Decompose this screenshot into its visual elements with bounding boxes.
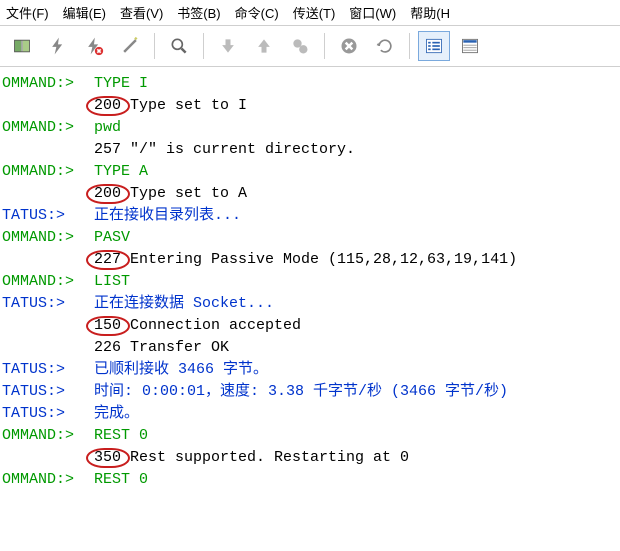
log-row: 200 Type set to A <box>0 183 620 205</box>
log-text: LIST <box>94 271 620 293</box>
log-row: TATUS:>正在连接数据 Socket... <box>0 293 620 315</box>
log-row: TATUS:>时间: 0:00:01，速度: 3.38 千字节/秒 (3466 … <box>0 381 620 403</box>
stop-x-icon[interactable] <box>333 31 365 61</box>
log-row: OMMAND:>REST 0 <box>0 469 620 491</box>
arrow-down-icon[interactable] <box>212 31 244 61</box>
app-window: 文件(F) 编辑(E) 查看(V) 书签(B) 命令(C) 传送(T) 窗口(W… <box>0 0 620 551</box>
log-row: TATUS:>完成。 <box>0 403 620 425</box>
lightning-cancel-icon[interactable] <box>78 31 110 61</box>
log-text: 时间: 0:00:01，速度: 3.38 千字节/秒 (3466 字节/秒) <box>94 381 620 403</box>
list-view-icon[interactable] <box>418 31 450 61</box>
log-row: OMMAND:>LIST <box>0 271 620 293</box>
log-tag: TATUS:> <box>0 205 94 227</box>
log-row: TATUS:>正在接收目录列表... <box>0 205 620 227</box>
log-row: OMMAND:>PASV <box>0 227 620 249</box>
lightning-icon[interactable] <box>42 31 74 61</box>
wand-icon[interactable] <box>114 31 146 61</box>
log-tag: OMMAND:> <box>0 469 94 491</box>
log-text: pwd <box>94 117 620 139</box>
log-text: PASV <box>94 227 620 249</box>
log-tag: TATUS:> <box>0 359 94 381</box>
log-tag: OMMAND:> <box>0 73 94 95</box>
log-text: 200 Type set to I <box>94 95 620 117</box>
log-text: TYPE I <box>94 73 620 95</box>
log-text: 正在接收目录列表... <box>94 205 620 227</box>
toolbar <box>0 26 620 67</box>
log-row: OMMAND:>REST 0 <box>0 425 620 447</box>
log-row: 257 "/" is current directory. <box>0 139 620 161</box>
refresh-icon[interactable] <box>369 31 401 61</box>
open-book-icon[interactable] <box>6 31 38 61</box>
log-text: REST 0 <box>94 469 620 491</box>
log-text: 350 Rest supported. Restarting at 0 <box>94 447 620 469</box>
menu-window[interactable]: 窗口(W) <box>349 3 396 22</box>
separator <box>154 33 155 59</box>
log-text: 完成。 <box>94 403 620 425</box>
menu-help[interactable]: 帮助(H <box>410 3 450 22</box>
menu-transfer[interactable]: 传送(T) <box>293 3 336 22</box>
menubar: 文件(F) 编辑(E) 查看(V) 书签(B) 命令(C) 传送(T) 窗口(W… <box>0 0 620 26</box>
log-tag: OMMAND:> <box>0 425 94 447</box>
log-row: 350 Rest supported. Restarting at 0 <box>0 447 620 469</box>
log-text: 227 Entering Passive Mode (115,28,12,63,… <box>94 249 620 271</box>
log-tag: TATUS:> <box>0 381 94 403</box>
arrow-up-icon[interactable] <box>248 31 280 61</box>
details-view-icon[interactable] <box>454 31 486 61</box>
separator <box>203 33 204 59</box>
gear-pair-icon[interactable] <box>284 31 316 61</box>
separator <box>409 33 410 59</box>
log-text: REST 0 <box>94 425 620 447</box>
log-panel: OMMAND:>TYPE I200 Type set to IOMMAND:>p… <box>0 67 620 491</box>
log-row: OMMAND:>TYPE A <box>0 161 620 183</box>
log-text: 已顺利接收 3466 字节。 <box>94 359 620 381</box>
log-row: OMMAND:>TYPE I <box>0 73 620 95</box>
menu-command[interactable]: 命令(C) <box>235 3 279 22</box>
log-text: 257 "/" is current directory. <box>94 139 620 161</box>
log-tag: OMMAND:> <box>0 161 94 183</box>
log-text: 200 Type set to A <box>94 183 620 205</box>
log-tag: OMMAND:> <box>0 117 94 139</box>
zoom-icon[interactable] <box>163 31 195 61</box>
log-text: 正在连接数据 Socket... <box>94 293 620 315</box>
log-text: 226 Transfer OK <box>94 337 620 359</box>
log-tag: OMMAND:> <box>0 227 94 249</box>
log-text: TYPE A <box>94 161 620 183</box>
log-text: 150 Connection accepted <box>94 315 620 337</box>
menu-edit[interactable]: 编辑(E) <box>63 3 106 22</box>
log-tag: OMMAND:> <box>0 271 94 293</box>
log-row: TATUS:>已顺利接收 3466 字节。 <box>0 359 620 381</box>
separator <box>324 33 325 59</box>
log-tag: TATUS:> <box>0 293 94 315</box>
log-row: 150 Connection accepted <box>0 315 620 337</box>
log-row: 227 Entering Passive Mode (115,28,12,63,… <box>0 249 620 271</box>
log-tag: TATUS:> <box>0 403 94 425</box>
menu-file[interactable]: 文件(F) <box>6 3 49 22</box>
log-row: 226 Transfer OK <box>0 337 620 359</box>
menu-view[interactable]: 查看(V) <box>120 3 163 22</box>
menu-bookmark[interactable]: 书签(B) <box>177 3 220 22</box>
log-row: OMMAND:>pwd <box>0 117 620 139</box>
log-row: 200 Type set to I <box>0 95 620 117</box>
